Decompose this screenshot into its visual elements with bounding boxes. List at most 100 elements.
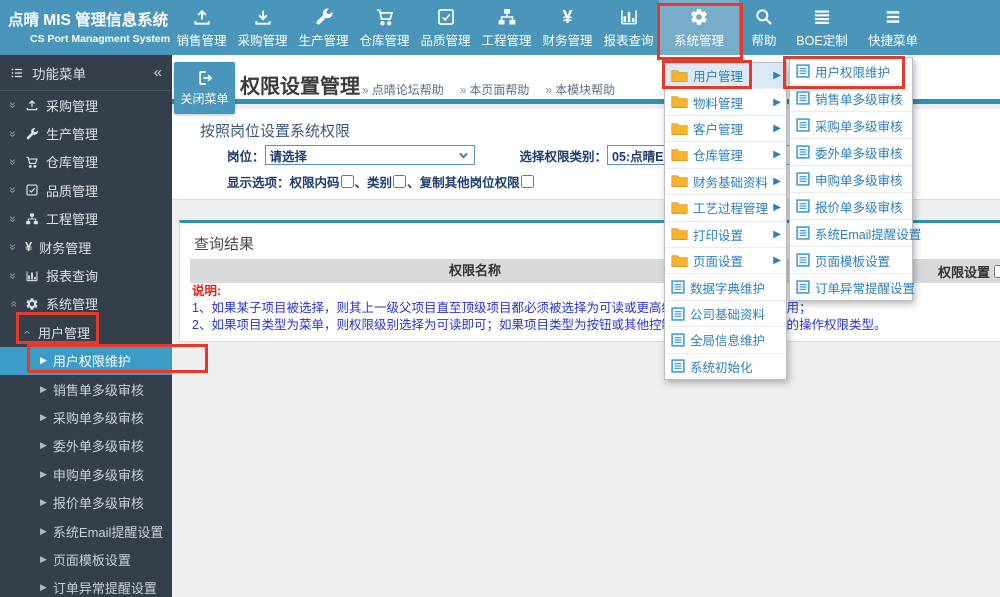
sidebar-item-reports[interactable]: » 报表查询 — [0, 261, 172, 289]
category-checkbox[interactable] — [393, 175, 407, 188]
submenu-item-user-permission-maintenance[interactable]: 用户权限维护 — [790, 58, 912, 85]
sidebar-item-system[interactable]: » 系统管理 — [0, 290, 172, 318]
menu-item-global-info[interactable]: 全局信息维护 — [665, 327, 786, 354]
search-icon — [754, 7, 774, 27]
document-icon — [796, 199, 810, 213]
menu-item-user-management[interactable]: 用户管理 ▶ — [665, 63, 786, 90]
breadcrumb-page-help[interactable]: » 本页面帮助 — [460, 81, 530, 98]
cart-icon — [25, 155, 39, 169]
breadcrumb-module-help[interactable]: » 本模块帮助 — [545, 81, 615, 98]
option-copy-permission-label: 复制其他岗位权限 — [419, 176, 520, 190]
submenu-arrow-icon: ▶ — [773, 149, 781, 161]
nav-system[interactable]: 系统管理 — [659, 0, 739, 55]
sidebar-item-page-template-settings[interactable]: ▶ 页面模板设置 — [0, 545, 172, 573]
breadcrumb-forum-help[interactable]: » 点晴论坛帮助 — [362, 81, 444, 98]
folder-icon — [671, 69, 688, 83]
submenu-item-sales-order-multilevel-audit[interactable]: 销售单多级审核 — [790, 85, 912, 112]
document-icon — [796, 118, 810, 132]
nav-quick-menu[interactable]: 快捷菜单 — [855, 0, 931, 55]
menu-item-finance-basic-data[interactable]: 财务基础资料 ▶ — [665, 169, 786, 196]
option-permission-code-label: 权限内码 — [289, 176, 340, 190]
menu-item-print-settings[interactable]: 打印设置 ▶ — [665, 222, 786, 248]
document-icon — [796, 280, 810, 294]
submenu-arrow-icon: ▶ — [773, 175, 781, 187]
nav-finance[interactable]: ¥ 财务管理 — [537, 0, 598, 55]
list-icon — [812, 7, 832, 27]
sidebar-item-order-exception-reminder-settings[interactable]: ▶ 订单异常提醒设置 — [0, 574, 172, 597]
nav-reports[interactable]: 报表查询 — [598, 0, 659, 55]
nav-engineering[interactable]: 工程管理 — [476, 0, 537, 55]
menu-item-customer-management[interactable]: 客户管理 ▶ — [665, 116, 786, 143]
menu-item-page-settings[interactable]: 页面设置 ▶ — [665, 248, 786, 275]
close-menu-button[interactable]: 关闭菜单 — [174, 62, 235, 114]
submenu-item-order-exception-reminder-settings[interactable]: 订单异常提醒设置 — [790, 274, 915, 300]
submenu-item-requisition-multilevel-audit[interactable]: 申购单多级审核 — [790, 166, 912, 193]
nav-help[interactable]: 帮助 — [739, 0, 789, 55]
upload-icon — [192, 7, 212, 27]
top-nav: 销售管理 采购管理 生产管理 仓库管理 品质管理 工程管理 ¥ 财务管理 报表查询… — [171, 0, 931, 55]
permission-code-checkbox[interactable] — [340, 175, 354, 188]
sidebar-header: 功能菜单 « — [0, 55, 172, 91]
triangle-right-icon: ▶ — [40, 355, 47, 366]
document-icon — [796, 226, 810, 240]
nav-production[interactable]: 生产管理 — [293, 0, 354, 55]
menu-item-company-basic-data[interactable]: 公司基础资料 — [665, 301, 786, 328]
sidebar-item-quotation-multilevel-audit[interactable]: ▶ 报价单多级审核 — [0, 488, 172, 516]
results-title: 查询结果 — [194, 236, 255, 253]
submenu-item-outsourcing-order-multilevel-audit[interactable]: 委外单多级审核 — [790, 139, 912, 166]
chevron-down-icon: » — [6, 187, 20, 194]
document-icon — [671, 307, 685, 321]
nav-purchase[interactable]: 采购管理 — [232, 0, 293, 55]
yen-icon: ¥ — [562, 6, 573, 27]
sidebar-item-purchase[interactable]: » 采购管理 — [0, 91, 172, 119]
folder-icon — [671, 174, 688, 188]
triangle-right-icon: ▶ — [40, 411, 47, 422]
sidebar-item-quality[interactable]: » 品质管理 — [0, 176, 172, 204]
sidebar-item-outsourcing-order-multilevel-audit[interactable]: ▶ 委外单多级审核 — [0, 432, 172, 460]
select-all-checkbox[interactable] — [994, 264, 1000, 278]
app-logo: 点晴 MIS 管理信息系统 CS Port Managment System — [0, 0, 171, 55]
nav-boe-custom[interactable]: BOE定制 — [789, 0, 855, 55]
document-icon — [671, 280, 685, 294]
document-icon — [796, 253, 810, 267]
submenu-item-purchase-order-multilevel-audit[interactable]: 采购单多级审核 — [790, 112, 912, 139]
folder-icon — [671, 227, 688, 241]
sidebar-item-requisition-multilevel-audit[interactable]: ▶ 申购单多级审核 — [0, 460, 172, 488]
triangle-right-icon: ▶ — [40, 440, 47, 451]
sidebar-item-system-email-reminder-settings[interactable]: ▶ 系统Email提醒设置 — [0, 517, 172, 545]
sidebar-item-purchase-order-multilevel-audit[interactable]: ▶ 采购单多级审核 — [0, 403, 172, 431]
triangle-right-icon: ▶ — [40, 383, 47, 394]
sidebar-item-sales-order-multilevel-audit[interactable]: ▶ 销售单多级审核 — [0, 375, 172, 403]
nav-quality[interactable]: 品质管理 — [415, 0, 476, 55]
menu-item-warehouse-management[interactable]: 仓库管理 ▶ — [665, 142, 786, 169]
sidebar-item-finance[interactable]: » ¥ 财务管理 — [0, 233, 172, 261]
menu-item-material-management[interactable]: 物料管理 ▶ — [665, 89, 786, 116]
menu-item-data-dictionary[interactable]: 数据字典维护 — [665, 274, 786, 301]
wrench-icon — [314, 7, 334, 27]
submenu-item-quotation-multilevel-audit[interactable]: 报价单多级审核 — [790, 193, 912, 220]
sidebar-item-user-permission-maintenance[interactable]: ▶ 用户权限维护 — [0, 346, 172, 375]
submenu-arrow-icon: ▶ — [773, 255, 781, 267]
download-icon — [253, 7, 273, 27]
folder-icon — [671, 201, 688, 215]
job-select[interactable]: 请选择 — [264, 145, 475, 165]
submenu-item-system-email-reminder-settings[interactable]: 系统Email提醒设置 — [790, 220, 921, 247]
document-icon — [796, 64, 810, 78]
sidebar-item-production[interactable]: » 生产管理 — [0, 119, 172, 147]
copy-other-job-permission-checkbox[interactable] — [520, 175, 534, 188]
nav-warehouse[interactable]: 仓库管理 — [354, 0, 415, 55]
permission-type-label: 选择权限类别： — [519, 149, 608, 164]
submenu-arrow-icon: ▶ — [773, 96, 781, 108]
chevron-down-icon: » — [6, 130, 20, 137]
nav-sales[interactable]: 销售管理 — [171, 0, 232, 55]
menu-item-process-management[interactable]: 工艺过程管理 ▶ — [665, 195, 786, 222]
app-title: 点晴 MIS 管理信息系统 — [8, 12, 169, 29]
sitemap-icon — [25, 212, 39, 226]
submenu-item-page-template-settings[interactable]: 页面模板设置 — [790, 247, 912, 274]
sidebar-item-user-management[interactable]: › 用户管理 — [0, 318, 172, 346]
folder-icon — [671, 122, 688, 136]
sidebar-item-engineering[interactable]: » 工程管理 — [0, 205, 172, 233]
sidebar-item-warehouse[interactable]: » 仓库管理 — [0, 148, 172, 176]
collapse-sidebar-icon[interactable]: « — [154, 64, 162, 81]
menu-item-system-init[interactable]: 系统初始化 — [665, 354, 786, 379]
